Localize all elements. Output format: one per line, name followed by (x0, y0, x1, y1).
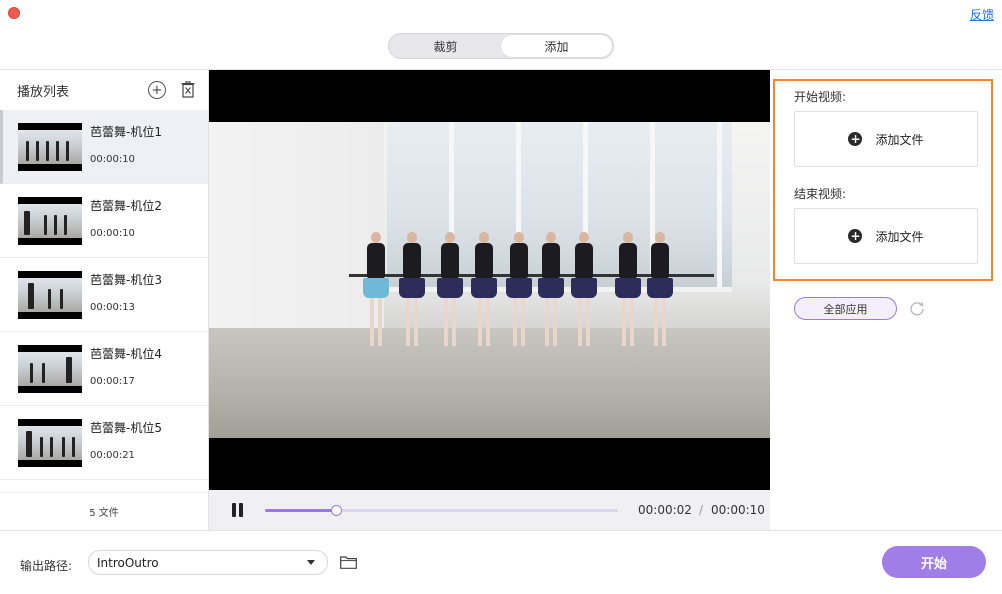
playlist-list: 芭蕾舞-机位1 00:00:10 芭蕾舞-机位2 00:00:10 芭蕾舞-机位… (0, 110, 208, 493)
intro-outro-panel: 开始视频: + 添加文件 结束视频: + 添加文件 全部应用 (771, 70, 1002, 530)
tab-crop[interactable]: 裁剪 (390, 35, 501, 57)
add-clip-icon[interactable]: + (148, 81, 166, 99)
add-start-video-button[interactable]: + 添加文件 (794, 111, 978, 167)
playlist-header: 播放列表 + (0, 70, 208, 110)
start-video-label: 开始视频: (794, 90, 847, 104)
list-item[interactable]: 芭蕾舞-机位4 00:00:17 (0, 332, 208, 406)
clip-name: 芭蕾舞-机位5 (90, 421, 162, 435)
player-controls: 00:00:02 / 00:00:10 (209, 490, 770, 530)
clip-thumbnail (18, 345, 82, 393)
video-frame (209, 122, 770, 438)
plus-circle-icon: + (848, 132, 863, 146)
playlist-title: 播放列表 (17, 84, 70, 100)
pause-icon[interactable] (231, 503, 245, 517)
clip-thumbnail (18, 197, 82, 245)
apply-all-button[interactable]: 全部应用 (794, 297, 897, 320)
close-window-button[interactable] (8, 7, 20, 19)
clip-duration: 00:00:21 (90, 450, 135, 461)
clip-name: 芭蕾舞-机位2 (90, 199, 162, 213)
progress-slider[interactable] (265, 505, 618, 516)
total-time: 00:00:10 (711, 503, 765, 517)
clip-thumbnail (18, 419, 82, 467)
list-item[interactable]: 芭蕾舞-机位3 00:00:13 (0, 258, 208, 332)
refresh-icon[interactable] (909, 300, 925, 316)
clip-thumbnail (18, 271, 82, 319)
end-video-label: 结束视频: (794, 187, 847, 201)
add-file-label: 添加文件 (875, 132, 924, 147)
chevron-down-icon (307, 560, 315, 565)
output-path-select[interactable]: IntroOutro (88, 550, 328, 575)
playlist-panel: 播放列表 + 芭蕾舞-机位1 00:00:10 芭蕾舞-机位2 00:00:10… (0, 70, 209, 530)
file-count: 5 文件 (0, 492, 208, 530)
current-time: 00:00:02 (638, 503, 692, 517)
add-file-label: 添加文件 (875, 229, 924, 244)
clip-duration: 00:00:17 (90, 376, 135, 387)
clip-duration: 00:00:10 (90, 154, 135, 165)
add-end-video-button[interactable]: + 添加文件 (794, 208, 978, 264)
list-item[interactable]: 芭蕾舞-机位2 00:00:10 (0, 184, 208, 258)
mode-tabs: 裁剪 添加 (388, 33, 614, 59)
progress-handle[interactable] (330, 505, 342, 516)
video-preview[interactable] (209, 70, 770, 490)
time-separator: / (699, 503, 704, 517)
start-button[interactable]: 开始 (882, 546, 986, 578)
bottom-bar: 输出路径: IntroOutro 开始 (0, 530, 1002, 594)
tab-add[interactable]: 添加 (501, 35, 612, 57)
trash-icon[interactable] (181, 81, 195, 98)
clip-name: 芭蕾舞-机位3 (90, 273, 162, 287)
clip-duration: 00:00:13 (90, 302, 135, 313)
output-path-label: 输出路径: (20, 559, 73, 573)
app-window: 反馈 裁剪 添加 播放列表 + 芭蕾舞-机位1 00:00:10 芭蕾舞-机位2… (0, 0, 1002, 594)
list-item[interactable]: 芭蕾舞-机位5 00:00:21 (0, 406, 208, 480)
output-path-value: IntroOutro (97, 555, 159, 570)
feedback-link[interactable]: 反馈 (970, 6, 994, 23)
clip-name: 芭蕾舞-机位4 (90, 347, 162, 361)
plus-circle-icon: + (848, 229, 863, 243)
list-item[interactable]: 芭蕾舞-机位1 00:00:10 (0, 110, 208, 184)
clip-thumbnail (18, 123, 82, 171)
progress-fill (265, 509, 336, 512)
clip-duration: 00:00:10 (90, 228, 135, 239)
folder-icon[interactable] (340, 555, 357, 569)
clip-name: 芭蕾舞-机位1 (90, 125, 162, 139)
